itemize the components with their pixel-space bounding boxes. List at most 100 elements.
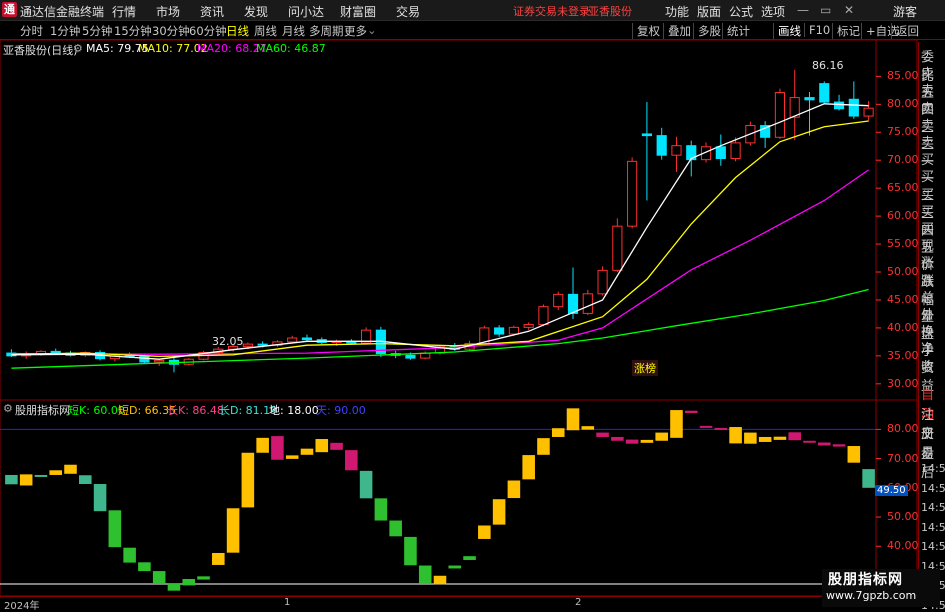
price-tick-label: 35.00 [887, 348, 919, 362]
period-1min[interactable]: 1分钟 [50, 23, 80, 39]
period-daily[interactable]: 日线 [226, 23, 249, 39]
indicator-bar [773, 436, 787, 440]
period-weekly[interactable]: 周线 [254, 23, 277, 39]
indicator-bar [714, 427, 728, 430]
watermark-url: www.7gpzb.com [826, 589, 917, 602]
app-title: 通达信金融终端 [20, 5, 105, 19]
period-15min[interactable]: 15分钟 [114, 23, 152, 39]
indicator-bar [625, 439, 639, 444]
indicator-bar [611, 436, 624, 441]
menu-layout[interactable]: 版面 [697, 3, 721, 20]
period-60min[interactable]: 60分钟 [189, 23, 227, 39]
period-monthly[interactable]: 月线 [282, 23, 305, 39]
menu-news[interactable]: 资讯 [200, 3, 224, 20]
tool-f10[interactable]: F10 [804, 23, 830, 37]
tool-statistics[interactable]: 统计 [722, 23, 750, 39]
menu-market[interactable]: 市场 [156, 3, 180, 20]
candle [833, 101, 845, 110]
indicator-bar [5, 474, 18, 485]
indicator-bar [315, 439, 329, 453]
indicator-bar [197, 576, 210, 580]
price-tick-label: 70.00 [887, 153, 919, 167]
menu-discover[interactable]: 发现 [244, 3, 268, 20]
tool-back[interactable]: 返回 [891, 23, 919, 39]
watermark: 股朋指标网 www.7gpzb.com [822, 569, 940, 607]
candle [287, 337, 298, 343]
indicator-bar [300, 448, 314, 455]
candle [508, 326, 519, 335]
menu-ask[interactable]: 问小达 [288, 3, 324, 20]
indicator-bar [684, 410, 698, 414]
indicator-bar [241, 452, 255, 508]
candle [597, 269, 608, 295]
period-bar: 分时 1分钟 5分钟 15分钟 30分钟 60分钟 日线 周线 月线 多周期 更… [0, 21, 945, 40]
quote-sidebar: 委比 卖五 卖四 卖三 卖二 卖一 买一 买二 买三 买四 买五 现价 涨跌 涨幅 总量 外盘 换手 净资 收益 自… [918, 42, 945, 612]
restore-icon[interactable]: ▭ [820, 3, 831, 17]
candle [804, 97, 815, 101]
high-price-label: 86.16 [812, 59, 844, 72]
indicator-tick-label: 50.00 [887, 510, 919, 524]
sidebar-time[interactable]: 14:56 [921, 521, 945, 534]
app-logo: 通 [2, 2, 17, 17]
indicator-bar [566, 408, 580, 431]
indicator-bar [699, 425, 713, 428]
period-more[interactable]: 更多 [344, 23, 367, 39]
menu-function[interactable]: 功能 [665, 3, 689, 20]
menu-formula[interactable]: 公式 [729, 3, 753, 20]
price-tick-label: 30.00 [887, 376, 919, 390]
menu-options[interactable]: 选项 [761, 3, 785, 20]
date-year: 2024年 [4, 601, 40, 612]
candle [774, 92, 786, 138]
indicator-bar [389, 520, 402, 537]
tool-multi-stock[interactable]: 多股 [693, 23, 721, 39]
menu-quotes[interactable]: 行情 [112, 3, 136, 20]
price-tick-label: 55.00 [887, 237, 919, 251]
indicator-bar [537, 438, 550, 455]
tool-overlay[interactable]: 叠加 [663, 23, 691, 39]
period-intraday[interactable]: 分时 [20, 23, 43, 39]
menu-wealth[interactable]: 财富圈 [340, 3, 376, 20]
candle [656, 135, 667, 156]
menu-trade[interactable]: 交易 [396, 3, 420, 20]
candle [242, 343, 253, 347]
indicator-tick-label: 70.00 [887, 451, 919, 465]
candle [494, 327, 505, 335]
indicator-bar [596, 432, 609, 437]
indicator-bar [271, 436, 284, 460]
close-icon[interactable]: ✕ [844, 3, 854, 17]
minimize-icon[interactable]: — [797, 3, 809, 17]
sidebar-time[interactable]: 14:56 [921, 501, 945, 514]
sidebar-time[interactable]: 14:56 [921, 482, 945, 495]
candle [641, 133, 652, 137]
sidebar-time[interactable]: 14:56 [921, 540, 945, 553]
tool-draw-line[interactable]: 画线 [773, 23, 801, 39]
candle [730, 142, 741, 160]
price-tick-label: 45.00 [887, 292, 919, 306]
guest-label[interactable]: 游客 [893, 3, 917, 20]
tool-restore-rights[interactable]: 复权 [632, 23, 660, 39]
candle [612, 225, 623, 271]
candle [301, 337, 313, 341]
zhangbang-tag[interactable]: 涨榜 [632, 360, 658, 376]
price-tick-label: 65.00 [887, 181, 919, 195]
login-warning[interactable]: 证券交易未登录 [513, 3, 590, 19]
tool-mark[interactable]: 标记 [832, 23, 860, 39]
indicator-bar [478, 525, 491, 539]
indicator-bar [448, 565, 462, 569]
candle [405, 354, 416, 359]
indicator-bar [744, 432, 757, 444]
indicator-bar [345, 450, 358, 471]
indicator-bar [108, 510, 122, 548]
indicator-bar [79, 475, 92, 485]
price-tick-label: 80.00 [887, 97, 919, 111]
chart-area[interactable] [0, 40, 918, 596]
period-30min[interactable]: 30分钟 [152, 23, 190, 39]
period-5min[interactable]: 5分钟 [82, 23, 112, 39]
period-multi[interactable]: 多周期 [309, 23, 344, 39]
indicator-bar [34, 474, 48, 477]
indicator-bar [19, 474, 33, 486]
sidebar-time[interactable]: 14:56 [921, 462, 945, 475]
indicator-bar [655, 432, 668, 441]
chevron-down-icon[interactable]: ⌄ [367, 23, 377, 37]
ma20-line [11, 169, 869, 355]
